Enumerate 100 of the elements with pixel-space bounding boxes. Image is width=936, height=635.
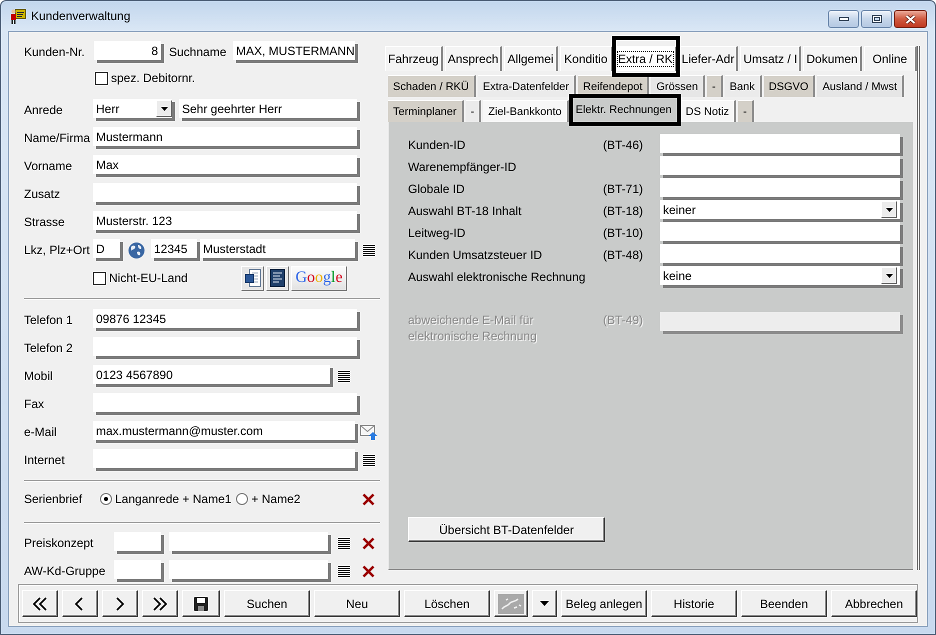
tab[interactable]: Fahrzeug [385,46,443,71]
text-field[interactable] [93,183,360,205]
list-icon[interactable] [338,566,350,576]
floppy-icon [194,596,208,610]
field-label: AW-Kd-Gruppe [24,564,106,578]
text-field[interactable] [660,178,903,200]
field-code: (BT-10) [603,226,644,240]
text-field[interactable] [660,244,903,266]
tab[interactable]: Ausland / Mwst [817,75,904,97]
maps-button[interactable]: Google [291,266,347,290]
text-field[interactable] [660,156,903,178]
letter-salutation-field[interactable]: Sehr geehrter Herr [179,99,360,121]
customer-number-field[interactable]: 8 [94,41,164,63]
notes-button[interactable] [266,266,289,290]
dropdown-button[interactable] [532,590,557,617]
text-field[interactable]: Musterstr. 123 [93,211,360,233]
city-field[interactable]: Musterstadt [200,239,358,261]
overview-button[interactable]: Übersicht BT-Datenfelder [408,517,605,542]
tab[interactable]: Bank [724,75,762,97]
field-label: Auswahl BT-18 Inhalt [408,204,522,218]
tab[interactable]: Allgemei [504,46,558,71]
radio-label: Langanrede + Name1 [115,492,232,506]
window-title: Kundenverwaltung [31,9,130,23]
toolbar-button[interactable]: Abbrechen [831,590,917,617]
tab[interactable]: Konditio [560,46,613,71]
field-label: Mobil [24,369,54,383]
text-field[interactable] [93,449,358,471]
previous-button[interactable] [62,590,98,617]
tab[interactable]: - [738,100,754,122]
text-field[interactable]: Mustermann [93,127,360,149]
tab[interactable]: - [706,75,723,97]
field-label: Leitweg-ID [408,226,466,240]
text-field[interactable] [93,393,360,415]
text-field[interactable]: max.mustermann@muster.com [93,421,358,443]
double-chevron-left-icon [33,596,47,610]
cross-icon[interactable] [362,492,375,506]
tab[interactable]: Umsatz / I [740,46,802,71]
tab[interactable]: Liefer-Adr [678,46,738,71]
description-field[interactable] [169,560,331,582]
field-label: Kunden-Nr. [24,45,86,59]
caret-icon [886,274,892,278]
tab[interactable]: Extra / RK [614,46,677,71]
dropdown[interactable]: keine [660,266,903,288]
text-field[interactable]: Max [93,155,360,177]
toolbar-button[interactable]: Neu [314,590,400,617]
code-field[interactable] [114,532,164,554]
first-button[interactable] [22,590,58,617]
radio-button[interactable] [100,493,112,505]
toolbar-button[interactable]: Beenden [741,590,827,617]
description-field[interactable] [169,532,331,554]
tab[interactable]: DSGVO [764,75,816,97]
list-document-icon [270,269,285,287]
tab[interactable]: Terminplaner [388,100,464,122]
toolbar-button[interactable]: Beleg anlegen [561,590,647,617]
toolbar-button[interactable]: Löschen [404,590,490,617]
tab[interactable]: Online [864,46,917,71]
tab[interactable]: Dokumen [803,46,862,71]
minimize-button[interactable] [828,10,859,28]
maximize-button[interactable] [861,10,892,28]
list-icon[interactable] [338,370,350,382]
text-field[interactable] [93,337,360,359]
checkbox[interactable] [95,72,108,84]
cross-icon[interactable] [362,536,375,550]
checkbox[interactable] [93,272,106,284]
toolbar-button[interactable]: Historie [651,590,737,617]
tab[interactable]: - [466,100,482,122]
country-code-field[interactable]: D [93,239,123,261]
search-name-field[interactable]: MAX, MUSTERMANN [233,41,358,63]
list-icon[interactable] [363,244,375,256]
tab[interactable]: DS Notiz [680,100,736,122]
tab[interactable]: Ziel-Bankkonto [483,100,569,122]
text-field[interactable]: 0123 4567890 [93,365,333,387]
globe-icon[interactable] [128,242,145,258]
text-field[interactable]: 09876 12345 [93,309,360,331]
field-code: (BT-49) [603,313,644,327]
text-field[interactable] [660,222,903,244]
document-button[interactable] [241,266,264,290]
next-button[interactable] [102,590,138,617]
field-label: Serienbrief [24,492,84,506]
salutation-dropdown[interactable]: Herr [93,99,175,121]
tab[interactable]: Schaden / RKÜ [388,75,476,97]
close-button[interactable] [894,10,927,28]
mail-send-icon[interactable] [360,424,378,440]
postal-code-field[interactable]: 12345 [151,239,200,261]
text-field[interactable] [660,134,903,156]
dropdown[interactable]: keiner [660,200,903,222]
code-field[interactable] [114,560,164,582]
save-button[interactable] [182,590,220,617]
last-button[interactable] [142,590,178,617]
cross-icon[interactable] [362,564,375,578]
field-code: (BT-71) [603,182,644,196]
tab[interactable]: Ansprech [444,46,502,71]
field-label: Auswahl elektronische Rechnung [408,270,586,284]
toolbar-button[interactable]: Suchen [224,590,310,617]
list-icon[interactable] [363,454,375,466]
tab[interactable]: Elektr. Rechnungen [570,97,679,122]
tab[interactable]: Extra-Datenfelder [478,75,576,97]
list-icon[interactable] [338,538,350,548]
field-label: Name/Firma [24,131,92,145]
radio-button[interactable] [236,493,248,505]
